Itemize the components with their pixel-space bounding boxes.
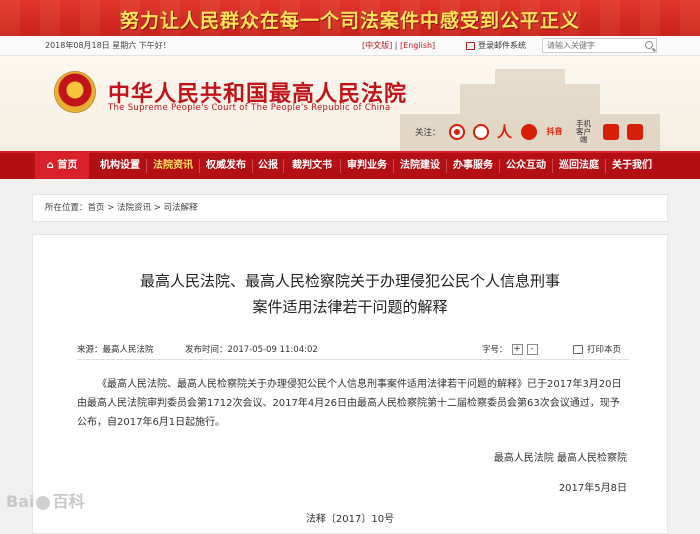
watermark-left: Bai	[6, 492, 35, 511]
ren-icon[interactable]: 人	[497, 124, 513, 140]
site-subtitle: The Supreme People's Court of The People…	[108, 103, 391, 113]
nav-judgments[interactable]: 裁判文书	[284, 153, 340, 179]
email-login-link[interactable]: 登录邮件系统	[466, 40, 526, 51]
search-icon[interactable]	[645, 41, 653, 49]
douyin-icon[interactable]: 抖音	[545, 124, 565, 140]
nav-trial-business[interactable]: 审判业务	[341, 153, 393, 179]
article-publish-time: 发布时间：2017-05-09 11:04:02	[185, 345, 318, 355]
home-icon: ⌂	[46, 160, 54, 171]
nav-home-label: 首页	[57, 160, 78, 171]
breadcrumb[interactable]: 所在位置：首页 > 法院资讯 > 司法解释	[32, 194, 668, 222]
print-button[interactable]: 打印本页	[573, 343, 621, 355]
lang-chinese-link[interactable]: [中文版]	[362, 41, 392, 50]
current-date: 2018年08月18日 星期六 下午好！	[45, 41, 171, 50]
weibo-icon[interactable]	[448, 124, 465, 140]
article-meta: 来源：最高人民法院 发布时间：2017-05-09 11:04:02 字号： +…	[77, 341, 629, 359]
font-increase-button[interactable]: +	[511, 343, 523, 355]
utility-bar: 2018年08月18日 星期六 下午好！ [中文版] | [English] 登…	[0, 36, 700, 56]
font-size-control: 字号： + -	[482, 343, 538, 355]
nav-about-us[interactable]: 关于我们	[606, 153, 658, 179]
watermark-right: 百科	[52, 492, 85, 511]
android-icon[interactable]	[626, 124, 643, 140]
article-title-line2: 案件适用法律若干问题的解释	[252, 298, 448, 316]
language-switch: [中文版] | [English]	[362, 40, 435, 51]
font-size-label: 字号：	[482, 345, 508, 355]
top-banner: 努力让人民群众在每一个司法案件中感受到公平正义	[0, 0, 700, 36]
mobile-client-label[interactable]: 手机 客户端	[573, 120, 595, 144]
nav-circuit-courts[interactable]: 巡回法庭	[553, 153, 605, 179]
apple-icon[interactable]	[602, 124, 619, 140]
nav-services[interactable]: 办事服务	[447, 153, 499, 179]
printer-icon	[573, 344, 583, 354]
article-body: 《最高人民法院、最高人民检察院关于办理侵犯公民个人信息刑事案件适用法律若干问题的…	[77, 379, 622, 428]
nav-authoritative-release[interactable]: 权威发布	[200, 153, 252, 179]
nav-court-news[interactable]: 法院资讯	[147, 153, 199, 179]
article-panel: 最高人民法院、最高人民检察院关于办理侵犯公民个人信息刑事 案件适用法律若干问题的…	[32, 234, 668, 534]
article-source: 来源：最高人民法院	[77, 345, 154, 355]
nav-public-interaction[interactable]: 公众互动	[500, 153, 552, 179]
font-decrease-button[interactable]: -	[526, 343, 538, 355]
national-emblem-logo[interactable]	[55, 72, 95, 112]
follow-bar: 关注： 人 抖音 手机 客户端	[415, 120, 670, 144]
article-title: 最高人民法院、最高人民检察院关于办理侵犯公民个人信息刑事 案件适用法律若干问题的…	[33, 268, 667, 320]
print-label: 打印本页	[587, 345, 622, 355]
main-nav: ⌂ 首页 机构设置 法院资讯 权威发布 公报 裁判文书 审判业务 法院建设 办事…	[0, 151, 700, 179]
paw-icon	[36, 495, 51, 510]
nav-home[interactable]: ⌂ 首页	[35, 153, 89, 179]
article-title-line1: 最高人民法院、最高人民检察院关于办理侵犯公民个人信息刑事	[139, 272, 560, 290]
lang-separator: |	[394, 41, 398, 50]
people-app-icon[interactable]	[472, 124, 489, 140]
baike-watermark: Bai 百科	[6, 488, 85, 512]
nav-organization[interactable]: 机构设置	[94, 153, 146, 179]
document-number: 法释〔2017〕10号	[305, 514, 395, 525]
mail-icon	[466, 41, 475, 50]
mobile-client-line2: 客户端	[576, 127, 592, 144]
article-date: 2017年5月8日	[558, 483, 627, 494]
meta-divider	[77, 359, 629, 360]
follow-label: 关注：	[415, 128, 441, 138]
banner-slogan: 努力让人民群众在每一个司法案件中感受到公平正义	[119, 10, 580, 32]
article-signers: 最高人民法院 最高人民检察院	[493, 453, 627, 464]
nav-gazette[interactable]: 公报	[253, 153, 283, 179]
search-input[interactable]	[542, 38, 657, 53]
wechat-icon[interactable]	[520, 124, 537, 140]
lang-english-link[interactable]: [English]	[400, 41, 435, 50]
nav-court-building[interactable]: 法院建设	[394, 153, 446, 179]
email-login-label: 登录邮件系统	[478, 41, 526, 50]
